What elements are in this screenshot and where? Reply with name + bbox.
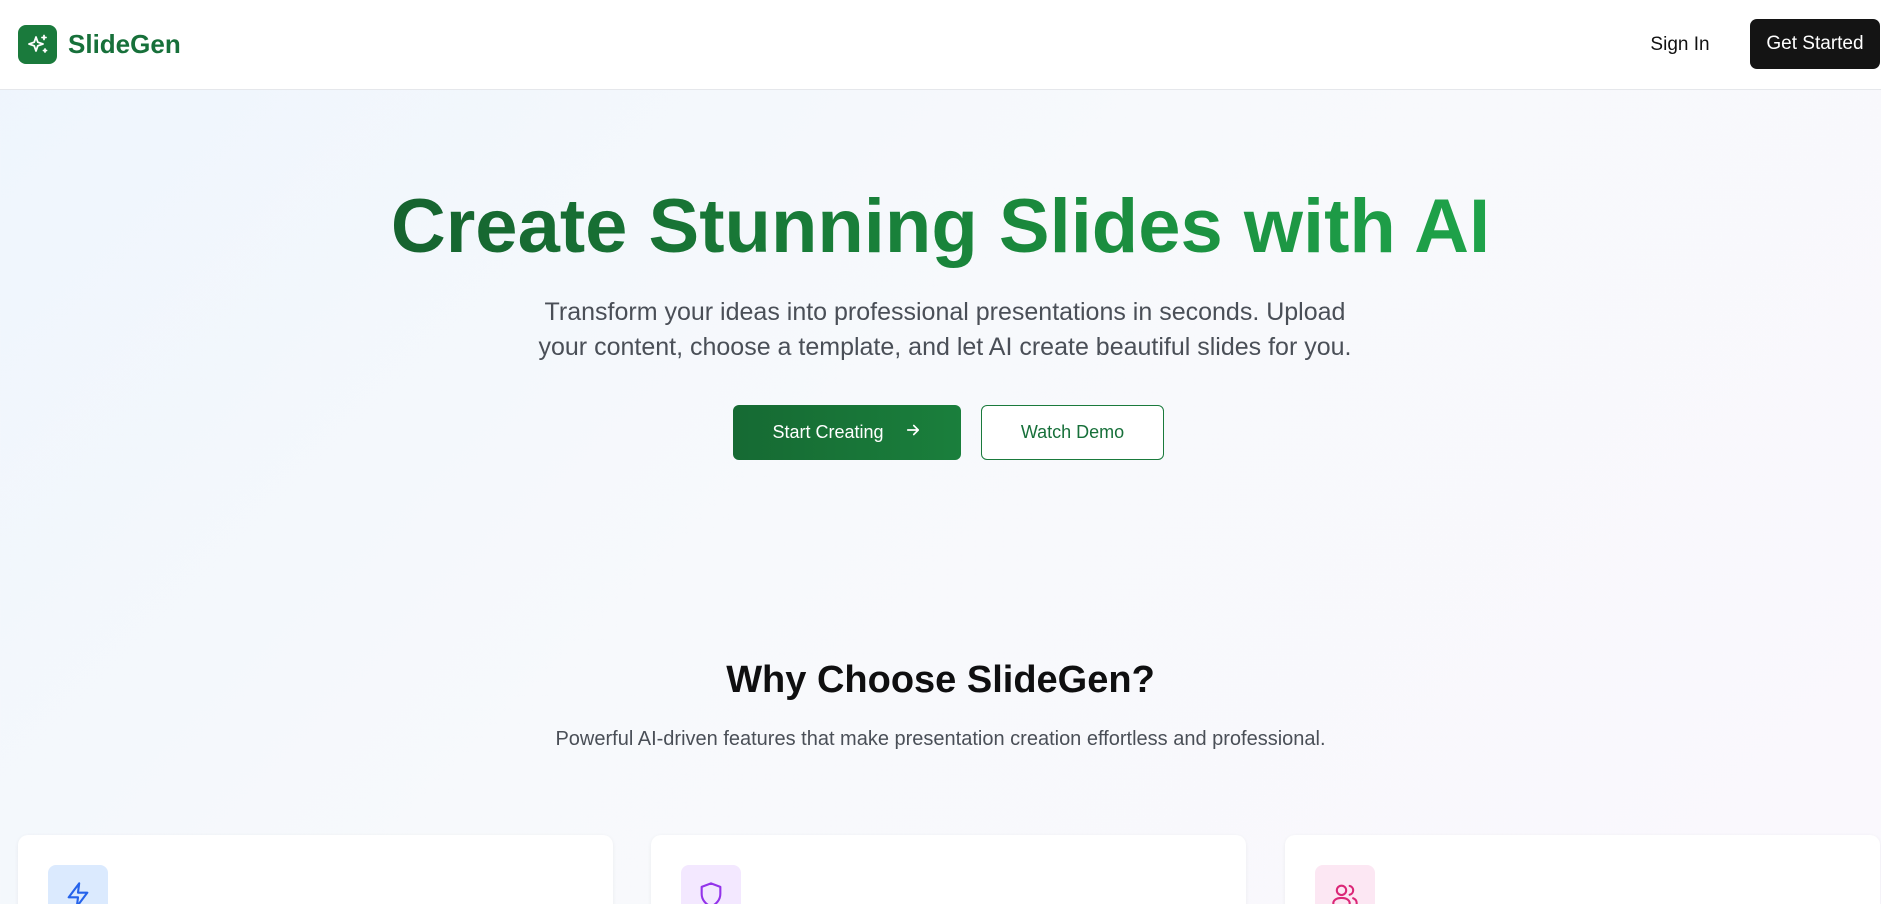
sign-in-link[interactable]: Sign In [1640, 31, 1720, 59]
feature-card-speed [18, 835, 613, 904]
lightning-icon [48, 865, 108, 904]
features-title: Why Choose SlideGen? [726, 659, 1155, 701]
start-creating-button[interactable]: Start Creating [733, 405, 961, 460]
arrow-right-icon [904, 421, 922, 444]
shield-icon [681, 865, 741, 904]
top-navbar: SlideGen Sign In Get Started [0, 0, 1881, 90]
watch-demo-button[interactable]: Watch Demo [981, 405, 1164, 460]
feature-card-collaboration [1285, 835, 1880, 904]
hero-subtitle: Transform your ideas into professional p… [538, 298, 1352, 361]
start-creating-label: Start Creating [772, 422, 884, 442]
hero-title-text: Create Stunning Slides with AI [390, 184, 1491, 269]
features-subtitle: Powerful AI-driven features that make pr… [555, 728, 1326, 750]
logo-sparkles-icon[interactable] [18, 25, 57, 64]
get-started-button[interactable]: Get Started [1750, 19, 1880, 69]
users-icon [1315, 865, 1375, 904]
hero-title: Create Stunning Slides with AI [0, 184, 1881, 270]
feature-card-security [651, 835, 1246, 904]
brand-name[interactable]: SlideGen [68, 29, 181, 60]
